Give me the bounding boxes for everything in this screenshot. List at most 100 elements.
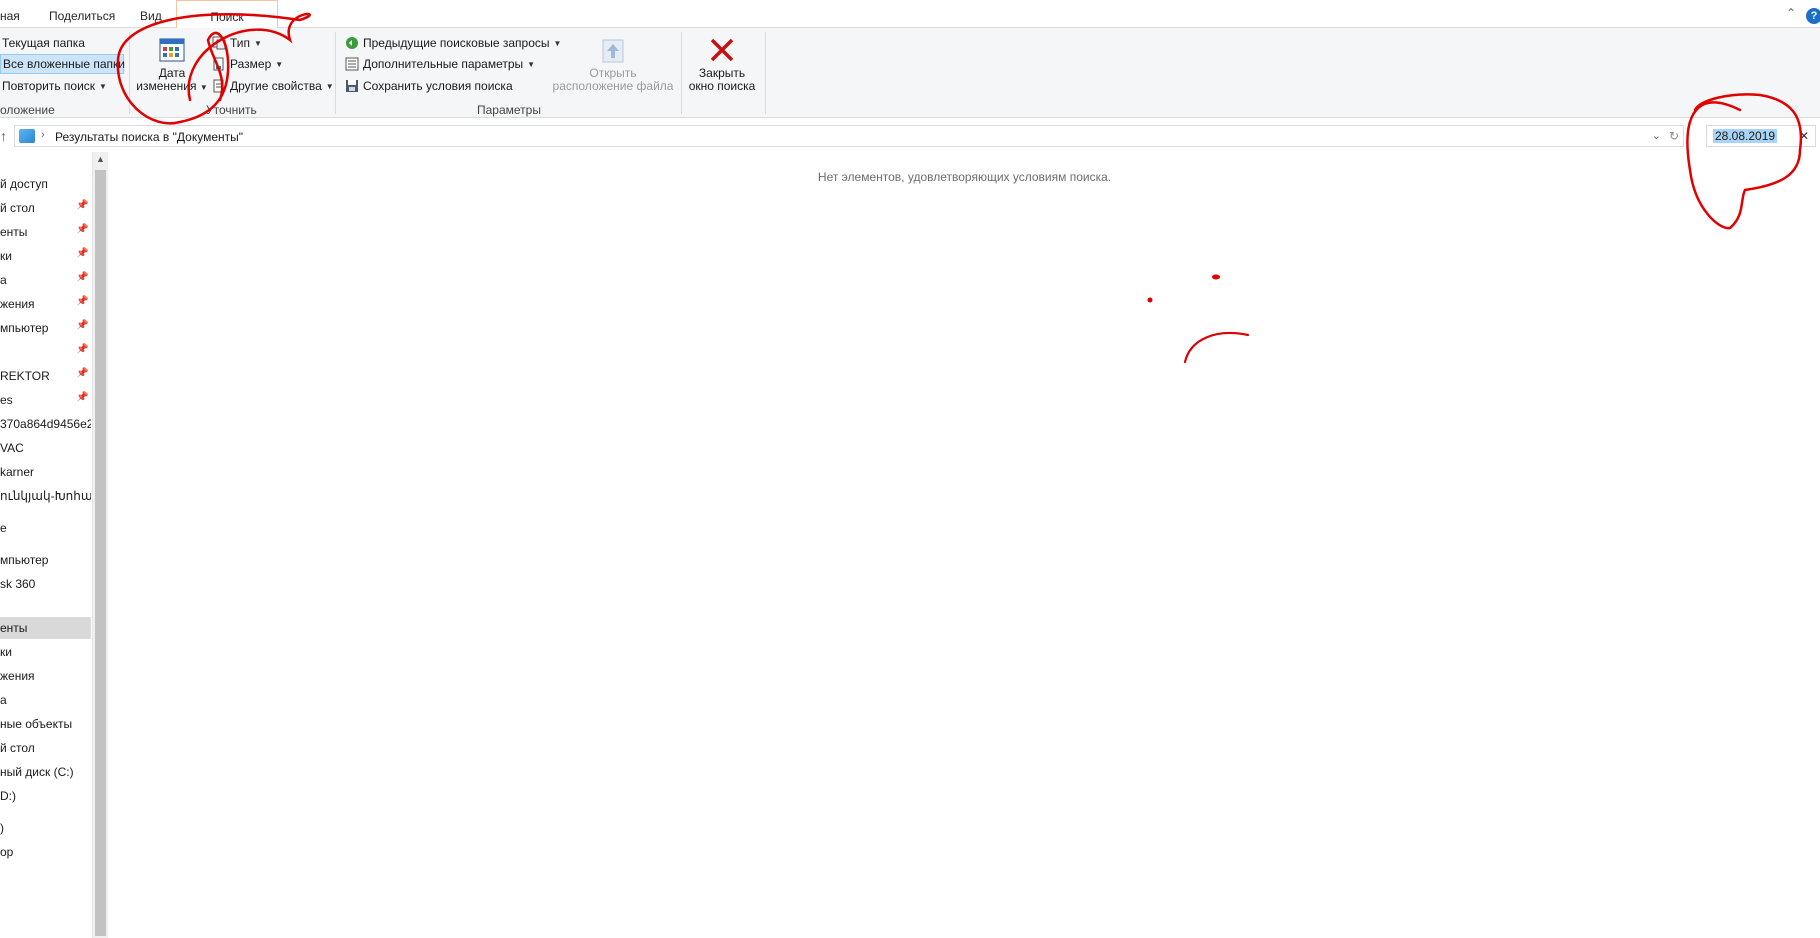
nav-item[interactable]: ունկյակ-Խոհանո	[0, 485, 91, 507]
nav-item[interactable]: й стол 📌	[0, 197, 91, 219]
navigation-scrollbar[interactable]: ▲	[92, 152, 108, 938]
arrow-up-icon[interactable]: ↑	[0, 128, 7, 144]
options-group-label: Параметры	[477, 103, 541, 117]
nav-item[interactable]: мпьютер	[0, 549, 91, 571]
nav-item-label: REKTOR	[0, 369, 50, 383]
refresh-icon[interactable]: ↻	[1669, 129, 1679, 143]
nav-item[interactable]: REKTOR 📌	[0, 365, 91, 387]
nav-item[interactable]: ный диск (C:)	[0, 761, 91, 783]
nav-item[interactable]: e	[0, 517, 91, 539]
scrollbar-thumb[interactable]	[95, 170, 106, 936]
nav-item[interactable]: D:)	[0, 785, 91, 807]
nav-item[interactable]: а 📌	[0, 269, 91, 291]
repeat-search-button[interactable]: Повторить поиск ▼	[0, 76, 109, 96]
nav-item[interactable]: es 📌	[0, 389, 91, 411]
ribbon: Текущая папка Все вложенные папки Повтор…	[0, 28, 1820, 118]
close-search-label-2: окно поиска	[688, 79, 756, 93]
nav-item[interactable]: мпьютер 📌	[0, 317, 91, 339]
nav-item[interactable]: ки	[0, 641, 91, 663]
nav-item-label: енты	[0, 621, 28, 635]
nav-item-label: жения	[0, 669, 35, 683]
recent-searches-icon	[345, 36, 359, 50]
chevron-right-icon[interactable]: ›	[41, 129, 45, 141]
nav-item-label: 370a864d9456e25f	[0, 417, 91, 431]
location-group-label: оложение	[0, 103, 55, 117]
nav-item[interactable]: sk 360	[0, 573, 91, 595]
nav-item[interactable]: жения 📌	[0, 293, 91, 315]
ribbon-tab-bar: ная Поделиться Вид Поиск ⌃ ?	[0, 0, 1820, 29]
refine-group-label: Уточнить	[206, 103, 257, 117]
tab-view[interactable]: Вид	[140, 9, 162, 23]
nav-item-label: e	[0, 521, 7, 535]
nav-item-label: )	[0, 821, 4, 835]
nav-item-label: VAC	[0, 441, 24, 455]
address-path: Результаты поиска в "Документы"	[55, 130, 244, 144]
nav-item[interactable]: karner	[0, 461, 91, 483]
nav-item[interactable]: й стол	[0, 737, 91, 759]
nav-item[interactable]: VAC	[0, 437, 91, 459]
size-button[interactable]: Размер ▼	[210, 54, 285, 74]
tab-search[interactable]: Поиск	[176, 0, 278, 29]
nav-item[interactable]: 📌	[0, 341, 91, 363]
nav-item[interactable]: й доступ	[0, 173, 91, 195]
chevron-down-icon: ▼	[275, 59, 284, 69]
nav-item-label: sk 360	[0, 577, 36, 591]
chevron-up-icon[interactable]: ▲	[96, 154, 105, 164]
search-query: 28.08.2019	[1713, 129, 1778, 143]
pin-icon: 📌	[76, 224, 89, 235]
tab-home[interactable]: ная	[0, 9, 20, 23]
open-location-label-2: расположение файла	[552, 79, 674, 93]
advanced-options-button[interactable]: Дополнительные параметры ▼	[343, 54, 537, 74]
other-properties-button[interactable]: Другие свойства ▼	[210, 76, 336, 96]
nav-item-label: а	[0, 273, 7, 287]
search-input[interactable]: 28.08.2019 ✕	[1706, 125, 1816, 147]
nav-item[interactable]: ные объекты	[0, 713, 91, 735]
recent-searches-button[interactable]: Предыдущие поисковые запросы ▼	[343, 33, 563, 53]
nav-item-label: ный диск (C:)	[0, 765, 74, 779]
chevron-down-icon: ▼	[99, 81, 107, 91]
nav-item[interactable]: 370a864d9456e25f	[0, 413, 91, 435]
type-button[interactable]: Тип ▼	[210, 33, 264, 53]
open-location-icon	[602, 39, 624, 63]
nav-item-label: ки	[0, 645, 12, 659]
close-search-button[interactable]: Закрыть окно поиска	[686, 36, 758, 93]
nav-item-documents[interactable]: енты	[0, 617, 91, 639]
type-label: Тип	[230, 36, 251, 50]
help-icon[interactable]: ?	[1806, 8, 1820, 24]
group-divider	[765, 32, 766, 114]
pin-icon: 📌	[76, 368, 89, 379]
all-subfolders-button[interactable]: Все вложенные папки	[0, 54, 125, 74]
nav-item[interactable]: жения	[0, 665, 91, 687]
advanced-options-label: Дополнительные параметры	[363, 57, 524, 71]
chevron-down-icon: ▼	[199, 83, 208, 92]
current-folder-button[interactable]: Текущая папка	[0, 33, 87, 53]
date-modified-button[interactable]: Дата изменения ▼	[134, 36, 210, 94]
nav-item[interactable]: енты 📌	[0, 221, 91, 243]
all-subfolders-label: Все вложенные папки	[3, 57, 125, 71]
save-search-button[interactable]: Сохранить условия поиска	[343, 76, 515, 96]
nav-item[interactable]: )	[0, 817, 91, 839]
nav-item-label: ունկյակ-Խոհանո	[0, 489, 91, 503]
address-row: ↑ › Результаты поиска в "Документы" ⌄ ↻ …	[0, 124, 1820, 150]
nav-item[interactable]: а	[0, 689, 91, 711]
nav-item-label: ки	[0, 249, 12, 263]
nav-item[interactable]: ки 📌	[0, 245, 91, 267]
pin-icon: 📌	[76, 200, 89, 211]
properties-icon	[212, 79, 226, 93]
address-bar[interactable]: › Результаты поиска в "Документы" ⌄ ↻	[14, 125, 1684, 147]
nav-item-label: й стол	[0, 201, 35, 215]
open-file-location-button[interactable]: Открыть расположение файла	[552, 36, 674, 93]
nav-item[interactable]: ор	[0, 841, 91, 863]
nav-item-label: es	[0, 393, 13, 407]
other-properties-label: Другие свойства	[230, 79, 322, 93]
collapse-ribbon-icon[interactable]: ⌃	[1786, 6, 1796, 20]
empty-results-message: Нет элементов, удовлетворяющих условиям …	[817, 170, 1112, 184]
nav-item-label: мпьютер	[0, 553, 49, 567]
nav-item-label: мпьютер	[0, 321, 49, 335]
close-icon[interactable]: ✕	[1799, 129, 1809, 143]
repeat-search-label: Повторить поиск	[2, 79, 96, 93]
nav-item-label: енты	[0, 225, 28, 239]
chevron-down-icon: ▼	[254, 38, 262, 48]
tab-share[interactable]: Поделиться	[49, 9, 115, 23]
chevron-down-icon[interactable]: ⌄	[1652, 129, 1661, 142]
